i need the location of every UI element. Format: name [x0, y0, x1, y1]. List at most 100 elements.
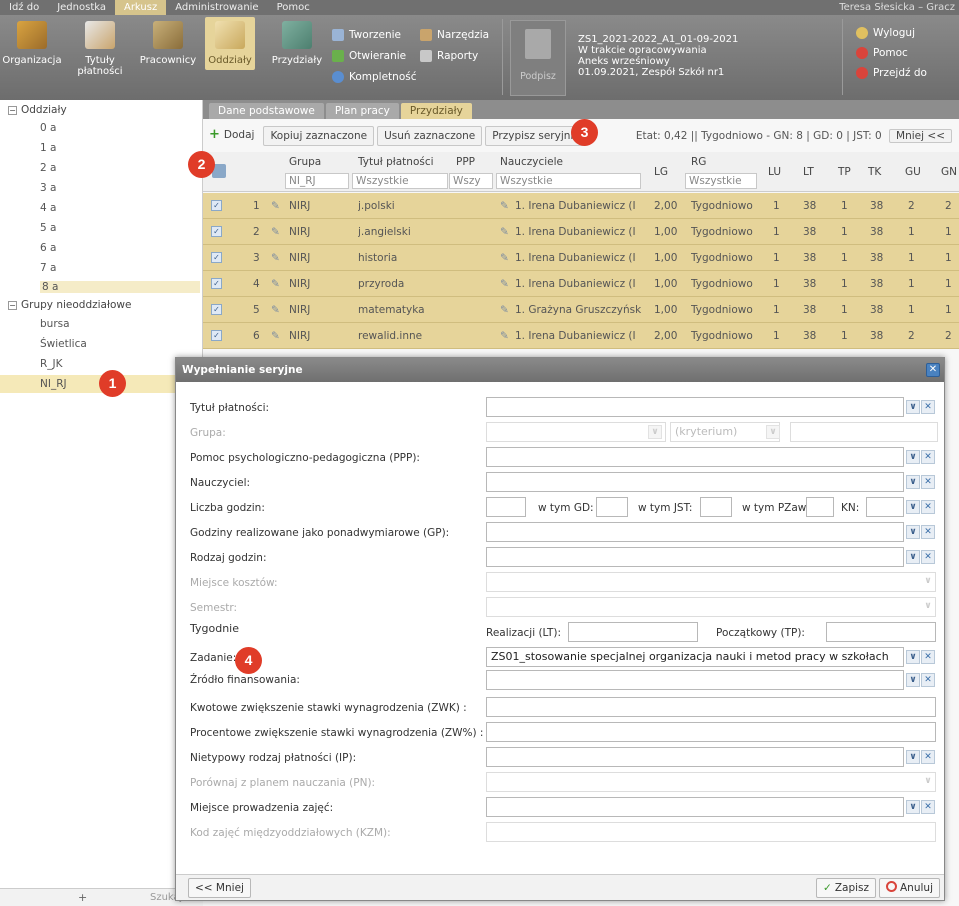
chevron-down-icon[interactable]: ∨ [906, 525, 920, 539]
menu-jednostka[interactable]: Jednostka [48, 0, 115, 15]
menu-pomoc[interactable]: Pomoc [268, 0, 319, 15]
filter-ppp[interactable]: Wszy [449, 173, 493, 189]
less-dialog-button[interactable]: << Mniej [188, 878, 251, 898]
clear-icon[interactable]: ✕ [921, 450, 935, 464]
chevron-down-icon[interactable]: ∨ [906, 475, 920, 489]
header-nauczyciele[interactable]: Nauczyciele [500, 156, 563, 168]
tree-class[interactable]: 4 a [40, 202, 56, 214]
edit-icon[interactable]: ✎ [271, 330, 280, 342]
chevron-down-icon[interactable]: ∨ [906, 800, 920, 814]
tree-class[interactable]: 2 a [40, 162, 56, 174]
miejsce-prowadzenia-field[interactable] [486, 797, 904, 817]
organizacja-button[interactable]: Organizacja [2, 21, 62, 66]
table-row[interactable]: ✓ 1 ✎ ✎ NIRJ j.polski 1. Irena Dubaniewicz (I 2… [203, 193, 959, 219]
tytuly-platnosci-button[interactable]: Tytuły płatności [76, 21, 124, 77]
header-lu[interactable]: LU [768, 166, 781, 178]
lt-field[interactable] [568, 622, 698, 642]
tp-field[interactable] [826, 622, 936, 642]
podpisz-button[interactable]: Podpisz [510, 20, 566, 96]
edit-teacher-icon[interactable]: ✎ [500, 304, 509, 316]
pomoc-button[interactable]: Pomoc [856, 47, 908, 59]
kn-field[interactable] [866, 497, 904, 517]
tab-plan-pracy[interactable]: Plan pracy [325, 103, 399, 119]
table-row[interactable]: ✓ 6 ✎ ✎ NIRJ rewalid.inne 1. Irena Dubaniewicz… [203, 323, 959, 349]
chevron-down-icon[interactable]: ∨ [906, 650, 920, 664]
chevron-down-icon[interactable]: ∨ [906, 400, 920, 414]
row-checkbox[interactable]: ✓ [211, 304, 222, 315]
tree-class[interactable]: 0 a [40, 122, 56, 134]
header-rg[interactable]: RG [691, 156, 706, 168]
filter-grupa[interactable]: NI_RJ [285, 173, 349, 189]
tree-oddzialy[interactable]: − Oddziały [8, 104, 67, 116]
row-checkbox[interactable]: ✓ [211, 226, 222, 237]
tree-class[interactable]: 6 a [40, 242, 56, 254]
chevron-down-icon[interactable]: ∨ [906, 450, 920, 464]
header-lt[interactable]: LT [803, 166, 814, 178]
clear-icon[interactable]: ✕ [921, 475, 935, 489]
save-button[interactable]: ✓ Zapisz [816, 878, 877, 898]
pzaw-field[interactable] [806, 497, 834, 517]
gd-field[interactable] [596, 497, 628, 517]
edit-teacher-icon[interactable]: ✎ [500, 252, 509, 264]
delete-selected-button[interactable]: Usuń zaznaczone [377, 126, 483, 146]
tab-przydzialy[interactable]: Przydziały [400, 103, 472, 119]
clear-icon[interactable]: ✕ [921, 800, 935, 814]
raporty-button[interactable]: Raporty [420, 50, 478, 62]
chevron-down-icon[interactable]: ∨ [906, 500, 920, 514]
add-icon[interactable]: + [78, 891, 87, 904]
menu-arkusz[interactable]: Arkusz [114, 0, 167, 15]
chevron-down-icon[interactable]: ∨ [906, 750, 920, 764]
zwp-field[interactable] [486, 722, 936, 742]
tree-class[interactable]: 3 a [40, 182, 56, 194]
narzedzia-button[interactable]: Narzędzia [420, 29, 489, 41]
clear-icon[interactable]: ✕ [921, 650, 935, 664]
edit-teacher-icon[interactable]: ✎ [500, 226, 509, 238]
tree-class[interactable]: 1 a [40, 142, 56, 154]
nauczyciel-field[interactable] [486, 472, 904, 492]
clear-icon[interactable]: ✕ [921, 673, 935, 687]
tree-class[interactable]: 8 a [40, 281, 200, 293]
chevron-down-icon[interactable]: ∨ [906, 673, 920, 687]
tytul-field[interactable] [486, 397, 904, 417]
header-lg[interactable]: LG [654, 166, 668, 178]
kompletnosc-button[interactable]: Kompletność [332, 71, 417, 83]
zrodlo-field[interactable] [486, 670, 904, 690]
edit-icon[interactable]: ✎ [271, 226, 280, 238]
menu-idz-do[interactable]: Idź do [0, 0, 48, 15]
header-gn[interactable]: GN [941, 166, 957, 178]
less-button[interactable]: Mniej << [889, 129, 952, 143]
edit-icon[interactable]: ✎ [271, 200, 280, 212]
add-button[interactable]: + Dodaj [207, 126, 260, 146]
tree-class[interactable]: 5 a [40, 222, 56, 234]
jst-field[interactable] [700, 497, 732, 517]
clear-icon[interactable]: ✕ [921, 500, 935, 514]
clear-icon[interactable]: ✕ [921, 525, 935, 539]
edit-icon[interactable]: ✎ [271, 304, 280, 316]
table-row[interactable]: ✓ 3 ✎ ✎ NIRJ historia 1. Irena Dubaniewicz (I 1… [203, 245, 959, 271]
wyloguj-button[interactable]: Wyloguj [856, 27, 915, 39]
header-gu[interactable]: GU [905, 166, 921, 178]
chevron-down-icon[interactable]: ∨ [906, 550, 920, 564]
tree-class[interactable]: 7 a [40, 262, 56, 274]
tworzenie-button[interactable]: Tworzenie [332, 29, 401, 41]
filter-nauczyciele[interactable]: Wszystkie [496, 173, 641, 189]
clear-icon[interactable]: ✕ [921, 750, 935, 764]
pracownicy-button[interactable]: Pracownicy [140, 21, 196, 66]
filter-rg[interactable]: Wszystkie [685, 173, 757, 189]
zwk-field[interactable] [486, 697, 936, 717]
header-ppp[interactable]: PPP [456, 156, 475, 168]
ip-field[interactable] [486, 747, 904, 767]
menu-administrowanie[interactable]: Administrowanie [166, 0, 267, 15]
przejdz-do-button[interactable]: Przejdź do [856, 67, 927, 79]
header-tp[interactable]: TP [838, 166, 851, 178]
table-row[interactable]: ✓ 4 ✎ ✎ NIRJ przyroda 1. Irena Dubaniewicz (I 1… [203, 271, 959, 297]
tree-group[interactable]: Świetlica [40, 338, 87, 350]
gp-field[interactable] [486, 522, 904, 542]
clear-icon[interactable]: ✕ [921, 400, 935, 414]
rodzaj-field[interactable] [486, 547, 904, 567]
edit-teacher-icon[interactable]: ✎ [500, 330, 509, 342]
header-tytul[interactable]: Tytuł płatności [358, 156, 434, 168]
header-tk[interactable]: TK [868, 166, 881, 178]
edit-icon[interactable]: ✎ [271, 252, 280, 264]
tree-group[interactable]: R_JK [40, 358, 63, 370]
